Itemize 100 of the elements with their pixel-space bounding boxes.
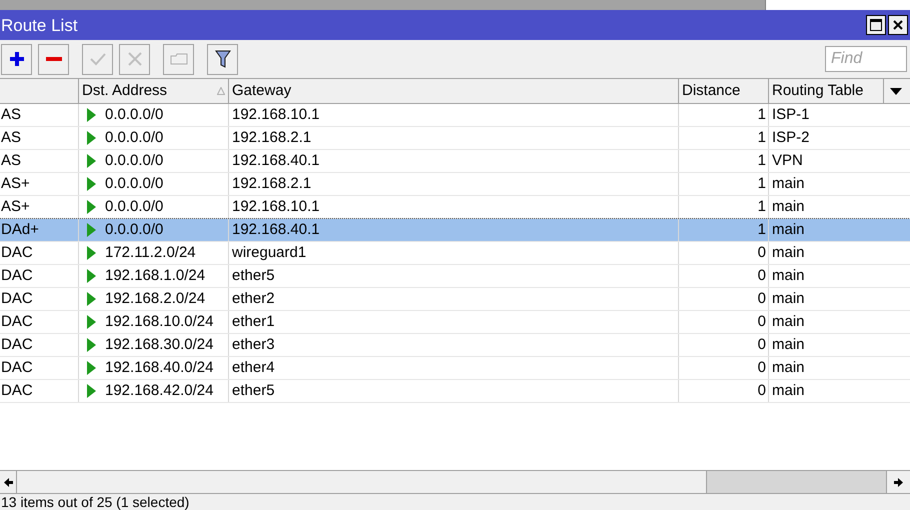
table-cell-text: 192.168.1.0/24 [105,266,206,286]
table-cell: ether1 [229,311,679,333]
close-button[interactable] [888,15,908,35]
table-cell: ether5 [229,265,679,287]
play-icon [87,315,96,329]
table-cell-text: 192.168.2.0/24 [105,288,206,309]
table-row[interactable]: DAC 192.168.42.0/24 ether5 0 main [0,380,910,403]
close-icon [893,20,903,30]
column-header[interactable]: Gateway [229,79,679,103]
table-row[interactable]: AS+ 0.0.0.0/0 192.168.10.1 1 main [0,196,910,219]
table-cell-text: main [771,174,806,194]
table-cell-text: main [771,242,806,263]
table-row[interactable]: DAC 192.168.10.0/24 ether1 0 main [0,311,910,334]
table-cell: ether4 [229,357,679,379]
table-cell: 192.168.40.1 [229,150,679,172]
table-cell: DAC [0,311,79,333]
table-cell: 0 [679,265,769,287]
table-cell: DAC [0,357,79,379]
column-header[interactable]: Distance [679,79,769,103]
column-header[interactable]: Routing Table [769,79,884,103]
table-cell-text: ISP-1 [771,104,811,125]
table-cell: ether5 [229,380,679,402]
table-cell: 1 [679,219,769,241]
plus-icon [8,51,24,67]
table-cell-text: 0.0.0.0/0 [105,220,164,240]
table-cell: AS [0,104,79,126]
table-cell: 0 [679,288,769,310]
table-cell: AS [0,150,79,172]
play-icon [87,108,96,122]
add-button[interactable] [1,44,32,74]
table-cell-text: main [771,312,806,332]
table-cell-text: VPN [771,150,804,171]
scrollbar-thumb[interactable] [706,471,886,493]
table-row[interactable]: AS+ 0.0.0.0/0 192.168.2.1 1 main [0,173,910,196]
find-field[interactable]: Find [825,46,907,72]
table-cell-text: main [771,380,806,401]
table-cell: 1 [679,127,769,149]
table-cell: DAC [0,265,79,287]
table-cell-text: 0.0.0.0/0 [105,104,164,125]
table-row[interactable]: DAC 192.168.2.0/24 ether2 0 main [0,288,910,311]
table-cell-text: 0.0.0.0/0 [105,174,164,194]
table-row[interactable]: DAC 172.11.2.0/24 wireguard1 0 main [0,242,910,265]
caret-icon [890,88,902,94]
filter-button[interactable] [207,44,238,74]
filter-icon [214,50,230,68]
table-cell: DAd+ [0,219,79,241]
table-cell: 192.168.2.1 [229,127,679,149]
play-icon [87,177,96,191]
play-icon [87,292,96,306]
table-cell: DAC [0,334,79,356]
table-cell: DAC [0,242,79,264]
table-cell-text: ISP-2 [771,128,811,148]
table-cell-text: 0.0.0.0/0 [105,150,164,171]
sort-icon [217,87,225,95]
column-header[interactable]: Dst. Address [79,79,229,103]
play-icon [87,246,96,260]
table-cell: AS+ [0,173,79,195]
play-icon [87,200,96,214]
table-cell: 1 [679,173,769,195]
table-row[interactable]: DAd+ 0.0.0.0/0 192.168.40.1 1 main [0,219,910,242]
table-cell: 0 [679,334,769,356]
table-cell-text: 0.0.0.0/0 [105,128,164,148]
table-cell: DAC [0,288,79,310]
maximize-button[interactable] [866,15,886,35]
table-row[interactable]: AS 0.0.0.0/0 192.168.2.1 1 ISP-2 [0,127,910,150]
table-cell-text: 192.168.10.0/24 [105,312,214,332]
table-row[interactable]: AS 0.0.0.0/0 192.168.40.1 1 VPN [0,150,910,173]
cross-icon [128,52,142,66]
note-icon [170,53,188,65]
minus-icon [46,56,62,62]
table-cell: 0 [679,380,769,402]
table-row[interactable]: DAC 192.168.1.0/24 ether5 0 main [0,265,910,288]
table-cell: AS [0,127,79,149]
table-cell: 0 [679,311,769,333]
right-arrow-icon [894,478,903,486]
table-row[interactable]: AS 0.0.0.0/0 192.168.10.1 1 ISP-1 [0,104,910,127]
table-cell: 192.168.10.1 [229,104,679,126]
table-cell-text: main [771,196,806,217]
table-cell: wireguard1 [229,242,679,264]
table-cell: ether3 [229,334,679,356]
play-icon [87,338,96,352]
table-cell: 0 [679,242,769,264]
table-cell-text: 172.11.2.0/24 [105,242,196,263]
remove-button[interactable] [38,44,69,74]
table-cell-text: 192.168.40.0/24 [105,358,214,378]
table-row[interactable]: DAC 192.168.40.0/24 ether4 0 main [0,357,910,380]
table-cell: ether2 [229,288,679,310]
play-icon [87,361,96,375]
table-cell-text: 192.168.30.0/24 [105,334,214,355]
play-icon [87,384,96,398]
table-cell: 1 [679,104,769,126]
play-icon [87,269,96,283]
table-cell-text: 0.0.0.0/0 [105,196,164,217]
table-cell-text: main [771,288,806,309]
play-icon [87,154,96,168]
window-title: Route List [1,16,78,34]
play-icon [87,131,96,145]
check-icon [90,52,106,66]
table-row[interactable]: DAC 192.168.30.0/24 ether3 0 main [0,334,910,357]
play-icon [87,223,96,237]
